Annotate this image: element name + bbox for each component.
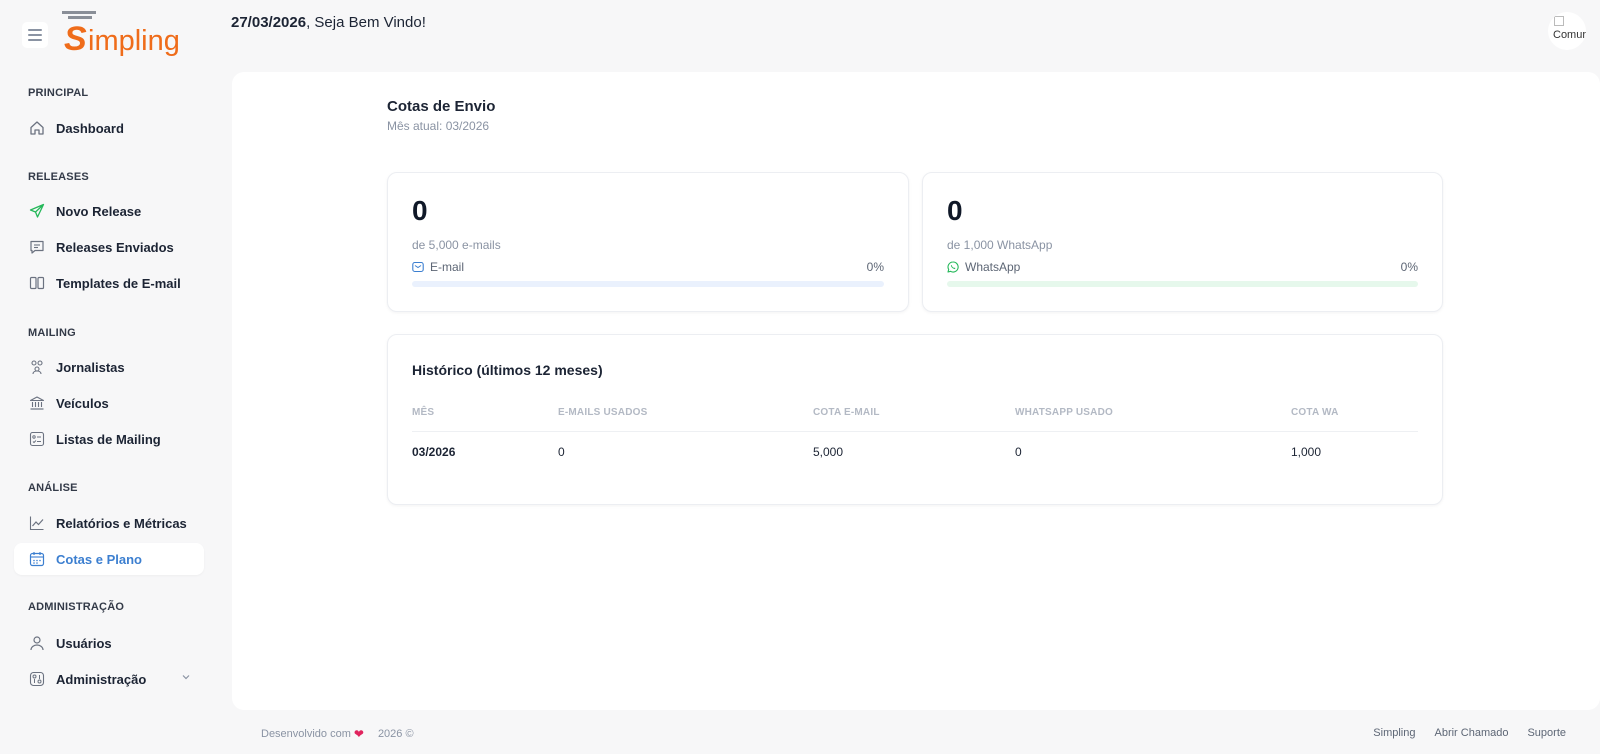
whatsapp-quota-percent: 0% [1400, 260, 1418, 274]
whatsapp-quota-label: WhatsApp [947, 260, 1020, 274]
sidebar-item-cotas-plano[interactable]: Cotas e Plano [14, 543, 204, 575]
hamburger-icon [28, 29, 42, 41]
footer-link-abrir-chamado[interactable]: Abrir Chamado [1434, 727, 1508, 739]
section-title-analise: ANÁLISE [28, 482, 78, 494]
email-quota-caption: de 5,000 e-mails [412, 238, 501, 252]
simpling-logo-icon: S impling [62, 11, 180, 58]
whatsapp-quota-card: 0 de 1,000 WhatsApp WhatsApp 0% [922, 172, 1443, 312]
list-icon [28, 430, 46, 448]
columns-icon [28, 274, 46, 292]
column-header-whatsapp-usado: WHATSAPP USADO [1015, 407, 1113, 418]
sidebar-item-templates-email[interactable]: Templates de E-mail [14, 267, 204, 299]
email-quota-label-text: E-mail [430, 260, 465, 274]
sidebar-item-label: Jornalistas [56, 359, 125, 375]
whatsapp-quota-progress-bar [947, 281, 1418, 287]
menu-toggle-button[interactable] [22, 22, 48, 48]
sidebar-item-veiculos[interactable]: Veículos [14, 387, 204, 419]
email-quota-label: E-mail [412, 260, 464, 274]
column-header-cota-wa: COTA WA [1291, 407, 1339, 418]
email-quota-progress-bar [412, 281, 884, 287]
column-header-mes: MÊS [412, 407, 435, 418]
sidebar-item-label: Administração [56, 671, 147, 687]
sidebar-item-releases-enviados[interactable]: Releases Enviados [14, 231, 204, 263]
column-header-emails-usados: E-MAILS USADOS [558, 407, 648, 418]
users-icon [28, 358, 46, 376]
footer-links: Simpling Abrir Chamado Suporte [1373, 727, 1566, 739]
greeting-text: 27/03/2026, Seja Bem Vindo! [231, 14, 426, 31]
sidebar: S impling PRINCIPAL Dashboard RELEASES N… [0, 0, 218, 754]
chart-icon [28, 514, 46, 532]
current-date: 27/03/2026 [231, 14, 307, 31]
sidebar-item-label: Veículos [56, 395, 109, 411]
footer-year: 2026 © [377, 728, 414, 740]
sidebar-item-label: Novo Release [56, 203, 142, 219]
user-icon [28, 634, 46, 652]
home-icon [28, 119, 46, 137]
sidebar-item-label: Releases Enviados [56, 239, 174, 255]
whatsapp-quota-value: 0 [947, 195, 963, 226]
sidebar-item-label: Relatórios e Métricas [56, 515, 187, 531]
svg-text:S: S [64, 20, 87, 58]
sidebar-item-label: Usuários [56, 635, 112, 651]
sidebar-item-novo-release[interactable]: Novo Release [14, 195, 204, 227]
section-title-releases: RELEASES [28, 171, 89, 183]
table-cell: 0 [558, 445, 565, 459]
settings-icon [28, 670, 46, 688]
whatsapp-quota-label-text: WhatsApp [965, 260, 1021, 274]
user-avatar[interactable]: Comur [1548, 12, 1586, 50]
sidebar-item-relatorios-metricas[interactable]: Relatórios e Métricas [14, 507, 204, 539]
sidebar-item-listas-mailing[interactable]: Listas de Mailing [14, 423, 204, 455]
sidebar-item-label: Listas de Mailing [56, 431, 161, 447]
heart-icon: ❤ [353, 727, 364, 741]
avatar-alt-text: Comur [1553, 29, 1586, 41]
brand-logo[interactable]: S impling [58, 8, 198, 58]
svg-text:impling: impling [88, 25, 180, 57]
section-title-principal: PRINCIPAL [28, 87, 89, 99]
sidebar-item-usuarios[interactable]: Usuários [14, 627, 204, 659]
footer-credits: Desenvolvido com ❤ 2026 © [261, 727, 414, 741]
send-icon [28, 202, 46, 220]
sidebar-item-label: Cotas e Plano [56, 551, 142, 567]
whatsapp-icon [947, 261, 959, 273]
chevron-down-icon [180, 671, 192, 686]
sidebar-item-jornalistas[interactable]: Jornalistas [14, 351, 204, 383]
table-cell: 0 [1015, 445, 1022, 459]
table-cell: 5,000 [813, 445, 844, 459]
page-title: Cotas de Envio [387, 98, 496, 115]
welcome-message: , Seja Bem Vindo! [306, 14, 426, 31]
page-subtitle: Mês atual: 03/2026 [387, 119, 490, 133]
bank-icon [28, 394, 46, 412]
sidebar-item-label: Dashboard [56, 120, 124, 136]
calendar-icon [28, 550, 46, 568]
email-quota-percent: 0% [866, 260, 884, 274]
section-title-mailing: MAILING [28, 327, 76, 339]
message-icon [28, 238, 46, 256]
section-title-administracao: ADMINISTRAÇÃO [28, 601, 125, 613]
table-cell: 1,000 [1291, 445, 1322, 459]
table-cell: 03/2026 [412, 445, 456, 459]
history-title: Histórico (últimos 12 meses) [412, 362, 603, 378]
sidebar-item-label: Templates de E-mail [56, 275, 181, 291]
sidebar-item-dashboard[interactable]: Dashboard [14, 112, 204, 144]
mail-icon [412, 261, 424, 273]
broken-image-icon [1554, 16, 1564, 26]
footer-developed-with: Desenvolvido com [261, 728, 351, 740]
footer-link-simpling[interactable]: Simpling [1373, 727, 1415, 739]
email-quota-card: 0 de 5,000 e-mails E-mail 0% [387, 172, 909, 312]
column-header-cota-email: COTA E-MAIL [813, 407, 880, 418]
history-card: Histórico (últimos 12 meses) MÊS E-MAILS… [387, 334, 1443, 505]
footer-link-suporte[interactable]: Suporte [1527, 727, 1566, 739]
sidebar-item-administracao[interactable]: Administração [14, 663, 204, 695]
email-quota-value: 0 [412, 195, 428, 226]
whatsapp-quota-caption: de 1,000 WhatsApp [947, 238, 1053, 252]
table-header-divider [412, 431, 1418, 432]
